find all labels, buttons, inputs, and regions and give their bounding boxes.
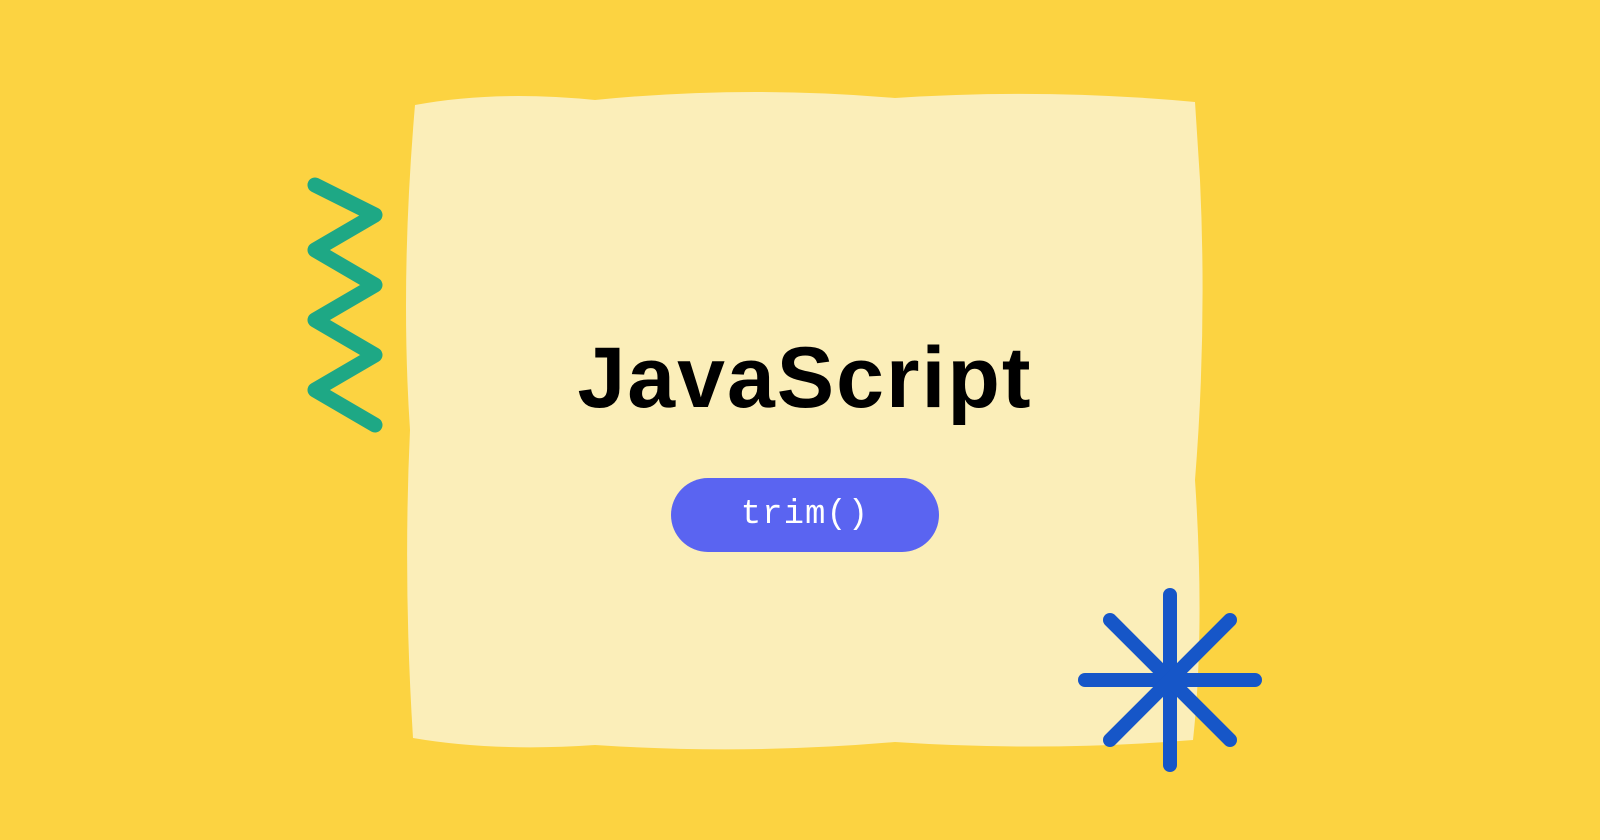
zigzag-icon: [295, 170, 405, 460]
main-title: JavaScript: [577, 329, 1032, 428]
method-badge: trim(): [671, 478, 939, 552]
asterisk-icon: [1070, 580, 1270, 780]
